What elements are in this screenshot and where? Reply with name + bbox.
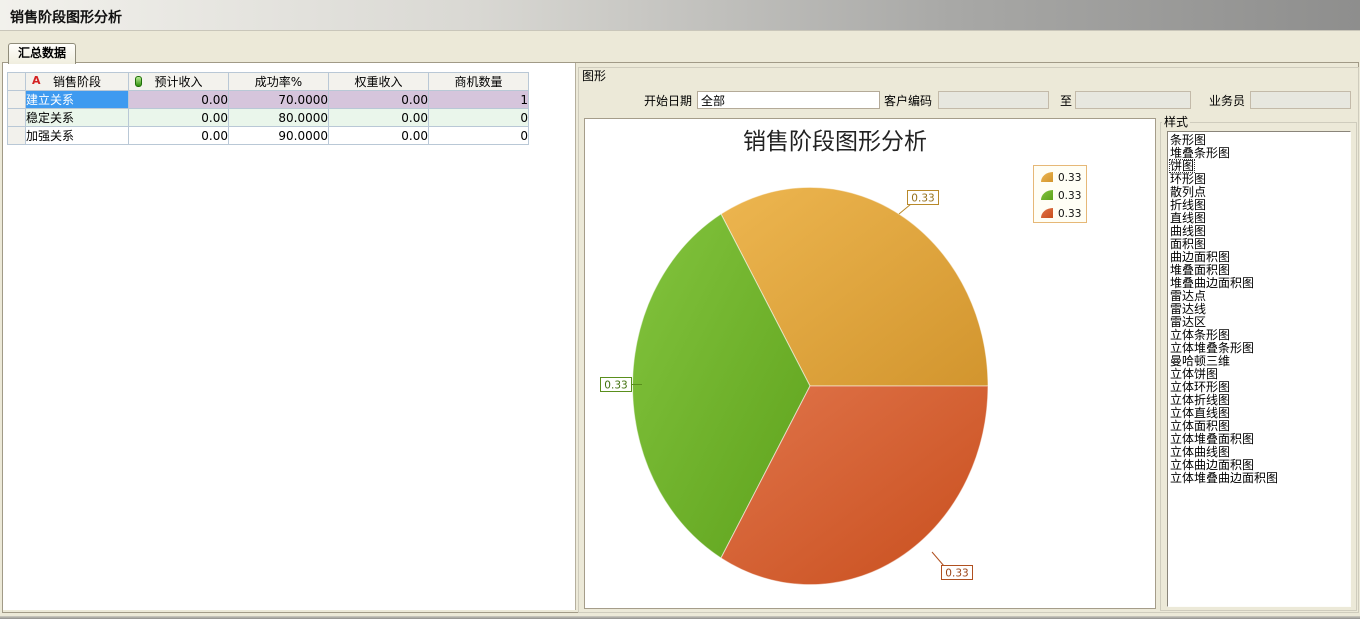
cell[interactable]: 70.0000 bbox=[229, 91, 329, 109]
grid-area bbox=[3, 63, 576, 610]
col-header-stage[interactable]: A 销售阶段 bbox=[26, 73, 129, 91]
style-option[interactable]: 堆叠条形图 bbox=[1168, 147, 1350, 160]
start-date-input[interactable] bbox=[697, 91, 880, 109]
cell[interactable]: 0.00 bbox=[129, 91, 229, 109]
cell[interactable]: 0.00 bbox=[129, 127, 229, 145]
table-row: 稳定关系 0.00 80.0000 0.00 0 bbox=[8, 109, 529, 127]
chart-legend: 0.33 0.33 0.33 bbox=[1034, 166, 1087, 223]
cell[interactable]: 0 bbox=[429, 127, 529, 145]
cell[interactable]: 0.00 bbox=[329, 109, 429, 127]
number-type-icon bbox=[135, 76, 142, 87]
start-date-label: 开始日期 bbox=[644, 94, 692, 108]
cell-stage[interactable]: 加强关系 bbox=[26, 127, 129, 145]
col-header-success[interactable]: 成功率% bbox=[229, 73, 329, 91]
tab-summary-data[interactable]: 汇总数据 bbox=[8, 43, 76, 64]
chart-title: 销售阶段图形分析 bbox=[743, 129, 927, 155]
col-header-weighted[interactable]: 权重收入 bbox=[329, 73, 429, 91]
cell[interactable]: 80.0000 bbox=[229, 109, 329, 127]
cell[interactable]: 0 bbox=[429, 109, 529, 127]
cell[interactable]: 0.00 bbox=[329, 127, 429, 145]
cell-stage-selected[interactable]: 建立关系 bbox=[26, 91, 129, 109]
row-selector[interactable] bbox=[8, 127, 26, 145]
page-title: 销售阶段图形分析 bbox=[10, 7, 122, 27]
table-row: 加强关系 0.00 90.0000 0.00 0 bbox=[8, 127, 529, 145]
row-selector[interactable] bbox=[8, 109, 26, 127]
col-header-expected[interactable]: 预计收入 bbox=[129, 73, 229, 91]
content-panel: A 销售阶段 预计收入 成功率% 权重收入 商机数量 bbox=[2, 62, 1359, 613]
window-titlebar: 销售阶段图形分析 bbox=[0, 0, 1360, 31]
chart-style-listbox: 条形图 堆叠条形图 饼图 环形图 散列点 折线图 直线图 曲线图 面积图 曲边面… bbox=[1167, 131, 1351, 607]
table-row: 建立关系 0.00 70.0000 0.00 1 bbox=[8, 91, 529, 109]
graph-groupbox-label: 图形 bbox=[580, 69, 608, 83]
col-header-label: 成功率% bbox=[255, 75, 302, 89]
cell[interactable]: 0.00 bbox=[129, 109, 229, 127]
legend-entry: 0.33 bbox=[1058, 172, 1081, 184]
slice-label: 0.33 bbox=[945, 568, 968, 580]
customer-code-to-input[interactable] bbox=[1075, 91, 1191, 109]
col-header-label: 权重收入 bbox=[354, 75, 402, 89]
chart-container: 销售阶段图形分析 0.33 0.33 0.33 bbox=[584, 118, 1156, 609]
style-groupbox-label: 样式 bbox=[1162, 115, 1190, 129]
salesman-input[interactable] bbox=[1250, 91, 1351, 109]
col-header-label: 商机数量 bbox=[454, 75, 502, 89]
text-type-icon: A bbox=[32, 74, 41, 87]
slice-label: 0.33 bbox=[911, 193, 934, 205]
salesman-label: 业务员 bbox=[1209, 94, 1245, 108]
table-header-row: A 销售阶段 预计收入 成功率% 权重收入 商机数量 bbox=[8, 73, 529, 91]
label-connector bbox=[899, 204, 911, 214]
cell-stage[interactable]: 稳定关系 bbox=[26, 109, 129, 127]
customer-code-input[interactable] bbox=[938, 91, 1049, 109]
cell[interactable]: 90.0000 bbox=[229, 127, 329, 145]
app-window: 销售阶段图形分析 汇总数据 A 销售阶段 预计收入 成功率% bbox=[0, 0, 1360, 619]
cell[interactable]: 0.00 bbox=[329, 91, 429, 109]
customer-code-label: 客户编码 bbox=[884, 94, 932, 108]
col-header-count[interactable]: 商机数量 bbox=[429, 73, 529, 91]
label-connector bbox=[932, 552, 944, 566]
legend-entry: 0.33 bbox=[1058, 190, 1081, 202]
sales-stage-table: A 销售阶段 预计收入 成功率% 权重收入 商机数量 bbox=[7, 72, 529, 145]
legend-entry: 0.33 bbox=[1058, 208, 1081, 220]
col-header-label: 销售阶段 bbox=[53, 75, 101, 89]
style-option[interactable]: 立体堆叠曲边面积图 bbox=[1168, 472, 1350, 485]
cell[interactable]: 1 bbox=[429, 91, 529, 109]
row-selector-header[interactable] bbox=[8, 73, 26, 91]
pie-chart: 销售阶段图形分析 0.33 0.33 0.33 bbox=[585, 119, 1155, 608]
to-label: 至 bbox=[1060, 94, 1072, 108]
row-selector[interactable] bbox=[8, 91, 26, 109]
col-header-label: 预计收入 bbox=[154, 75, 202, 89]
slice-label: 0.33 bbox=[604, 380, 627, 392]
